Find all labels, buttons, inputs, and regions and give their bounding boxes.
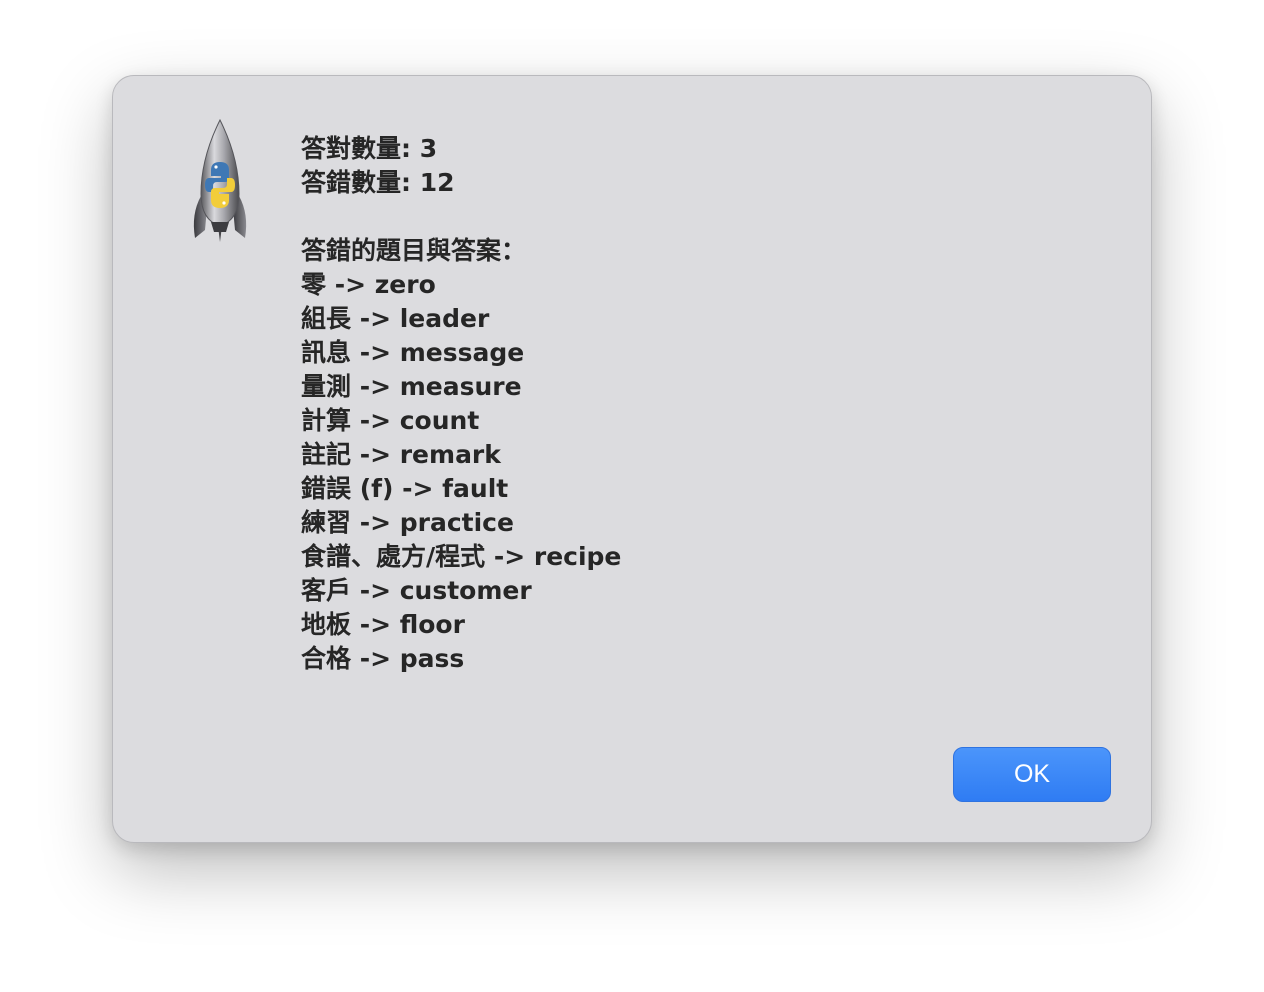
- wrong-answer-item: 練習 -> practice: [301, 508, 514, 537]
- ok-button[interactable]: OK: [953, 747, 1111, 802]
- wrong-answer-item: 組長 -> leader: [301, 304, 490, 333]
- wrong-answer-item: 客戶 -> customer: [301, 576, 532, 605]
- wrong-answer-item: 食譜、處方/程式 -> recipe: [301, 542, 622, 571]
- wrong-answer-item: 量測 -> measure: [301, 372, 522, 401]
- wrong-answer-item: 訊息 -> message: [301, 338, 525, 367]
- wrong-answer-item: 註記 -> remark: [301, 440, 501, 469]
- alert-dialog: 答對數量: 3 答錯數量: 12 答錯的題目與答案： 零 -> zero 組長 …: [112, 75, 1152, 843]
- wrong-answer-item: 零 -> zero: [301, 270, 436, 299]
- wrong-answer-item: 計算 -> count: [301, 406, 480, 435]
- python-launcher-rocket-icon: [193, 118, 247, 242]
- wrong-answer-item: 地板 -> floor: [301, 610, 465, 639]
- alert-message: 答對數量: 3 答錯數量: 12 答錯的題目與答案： 零 -> zero 組長 …: [301, 132, 1101, 676]
- wrong-answer-item: 錯誤 (f) -> fault: [301, 474, 509, 503]
- correct-count-text: 答對數量: 3: [301, 134, 438, 163]
- wrong-answers-header: 答錯的題目與答案：: [301, 236, 527, 265]
- wrong-count-text: 答錯數量: 12: [301, 168, 455, 197]
- wrong-answer-item: 合格 -> pass: [301, 644, 465, 673]
